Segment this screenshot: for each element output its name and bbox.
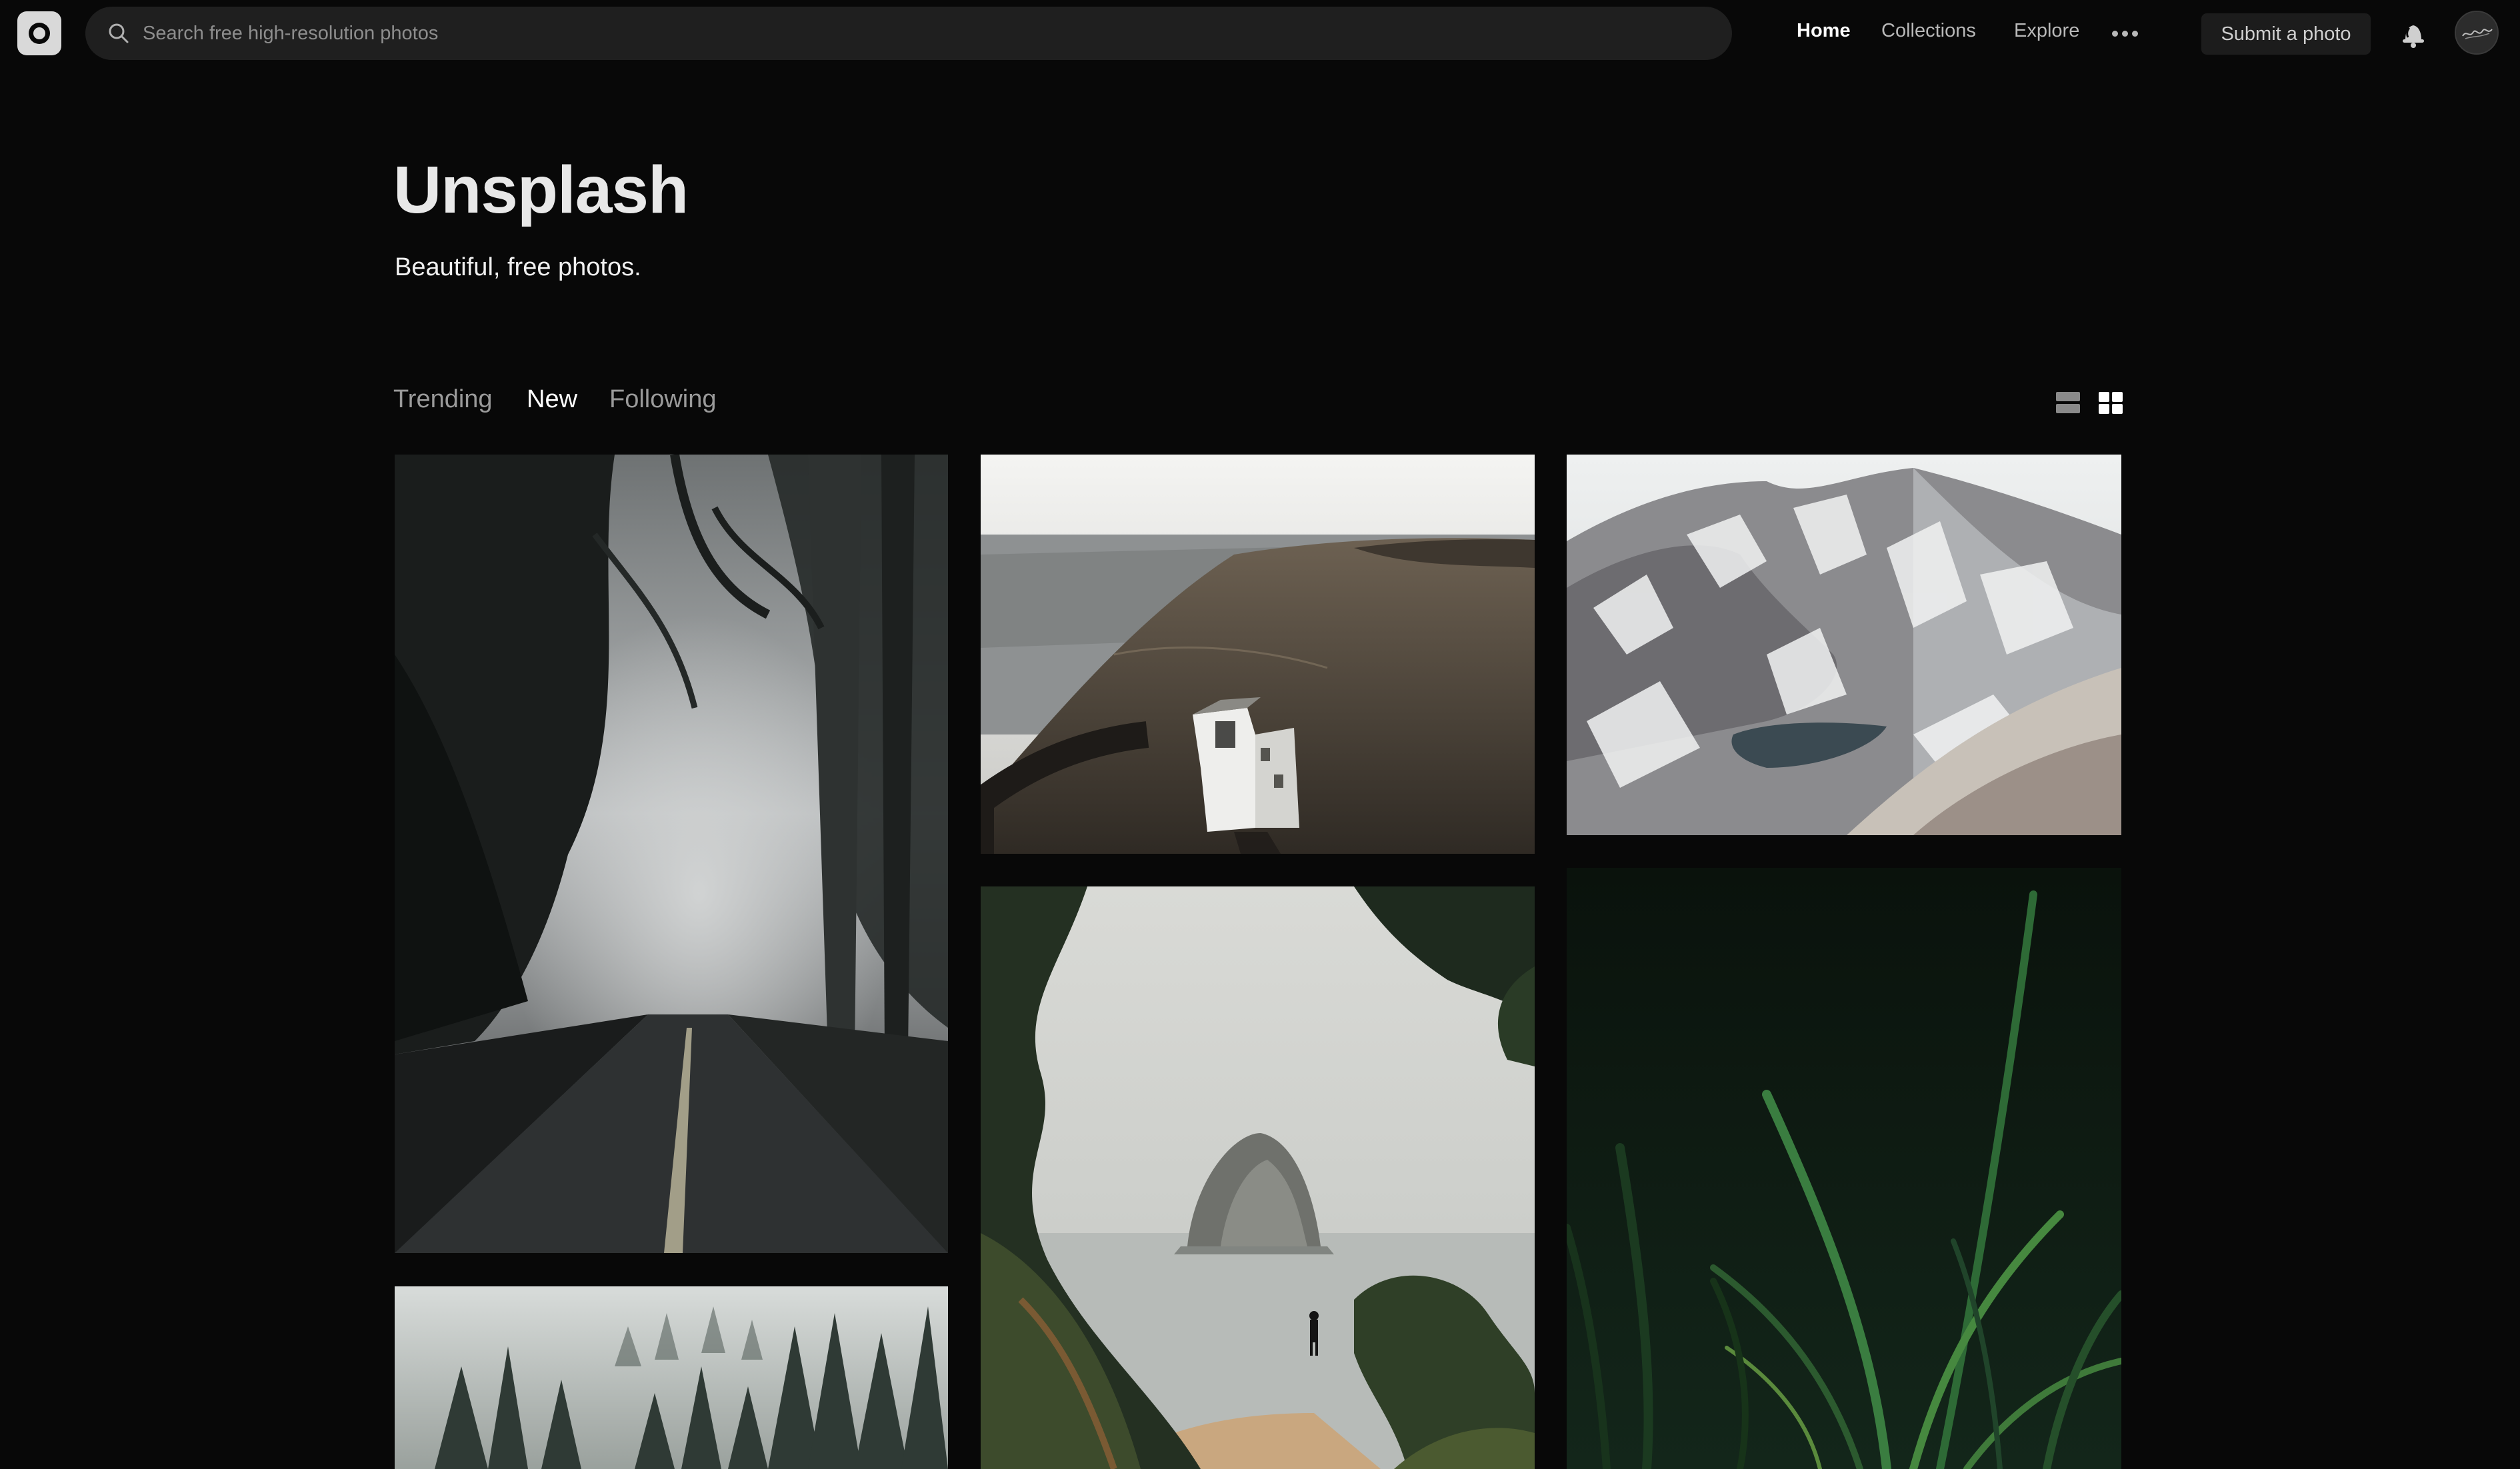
page-title: Unsplash	[393, 153, 689, 227]
page-subtitle: Beautiful, free photos.	[395, 253, 641, 281]
avatar[interactable]	[2455, 11, 2499, 55]
search-input[interactable]	[143, 7, 1676, 60]
nav-home[interactable]: Home	[1797, 20, 1851, 42]
tab-new[interactable]: New	[527, 385, 577, 414]
avatar-scribble-icon	[2456, 12, 2497, 53]
photo-foggy-forest-road[interactable]	[395, 455, 948, 1253]
more-dots-icon[interactable]	[2112, 29, 2139, 37]
nav-explore[interactable]: Explore	[2014, 20, 2079, 42]
bell-icon[interactable]	[2400, 20, 2427, 48]
photo-snowy-mountain-lake[interactable]	[1567, 455, 2121, 835]
list-view-icon[interactable]	[2056, 391, 2080, 415]
camera-lens	[29, 23, 50, 44]
tab-following[interactable]: Following	[609, 385, 717, 414]
photo-sea-stack-beach[interactable]	[981, 886, 1535, 1469]
grid-view-icon[interactable]	[2099, 391, 2123, 415]
photo-misty-pine-forest[interactable]	[395, 1286, 948, 1469]
top-bar: Home Collections Explore Submit a photo	[0, 0, 2520, 67]
tab-trending[interactable]: Trending	[393, 385, 493, 414]
search-bar[interactable]	[85, 7, 1732, 60]
search-icon	[109, 23, 129, 43]
nav-collections[interactable]: Collections	[1881, 20, 1976, 42]
camera-icon[interactable]	[17, 11, 61, 55]
photo-coastal-cliff-house[interactable]	[981, 455, 1535, 854]
submit-photo-button[interactable]: Submit a photo	[2201, 13, 2371, 55]
photo-green-grass-closeup[interactable]	[1567, 868, 2121, 1469]
